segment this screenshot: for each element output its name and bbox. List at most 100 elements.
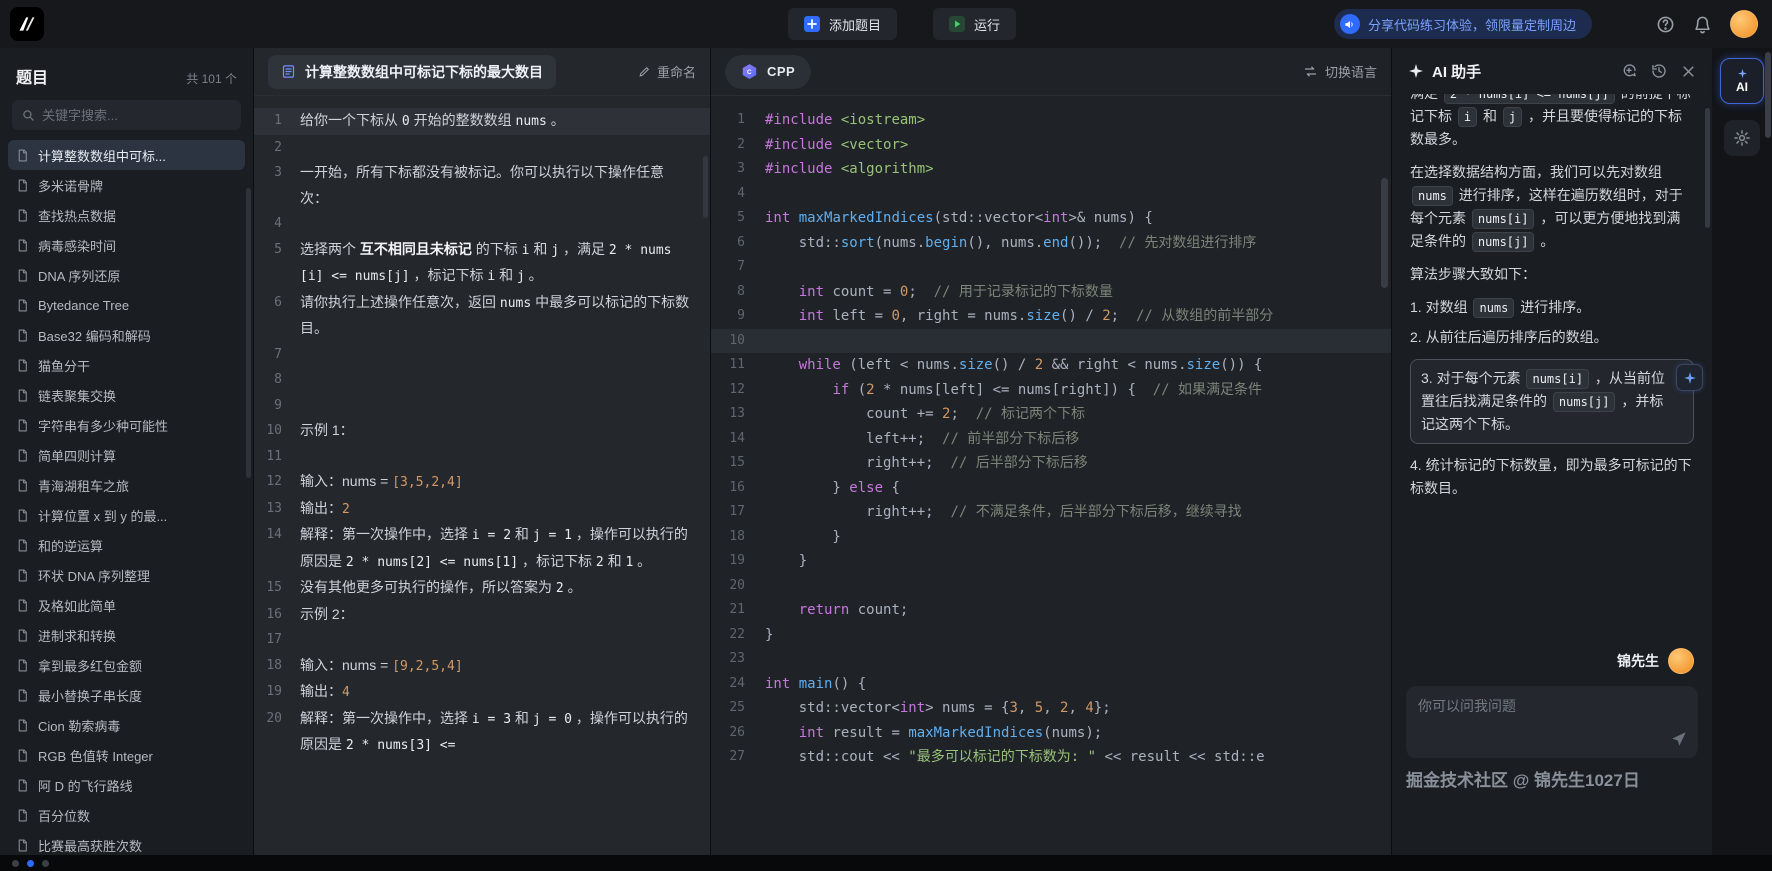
code-token: << result << std::e (1096, 749, 1265, 765)
text-segment: 没有其他更多可执行的操作，所以答案为 (300, 579, 556, 595)
text-segment: i = 2 (471, 528, 512, 543)
sidebar-item[interactable]: 病毒感染时间 (8, 230, 245, 260)
code-line-text: std::sort(nums.begin(), nums.end()); // … (765, 231, 1257, 256)
line-number: 22 (729, 626, 745, 642)
user-avatar[interactable] (1730, 10, 1758, 38)
line-number: 10 (266, 423, 282, 438)
sidebar-item[interactable]: 比赛最高获胜次数 (8, 830, 245, 855)
ai-conversation[interactable]: 满足 2 * nums[i] <= nums[j] 的前提下标记下标 i 和 j… (1392, 94, 1712, 638)
sidebar-item[interactable]: 计算位置 x 到 y 的最... (8, 500, 245, 530)
code-line: 18 } (711, 525, 1391, 550)
problem-line-text: 输入：nums = [3,5,2,4] (300, 469, 690, 496)
sidebar-item-label: Base32 编码和解码 (38, 328, 151, 344)
sidebar-item[interactable]: 和的逆运算 (8, 530, 245, 560)
search-box[interactable] (12, 100, 241, 130)
sidebar-item[interactable]: RGB 色值转 Integer (8, 740, 245, 770)
help-icon[interactable] (1656, 15, 1675, 34)
problem-line-text (300, 135, 690, 161)
sidebar-item[interactable]: 计算整数数组中可标... (8, 140, 245, 170)
line-number: 16 (729, 479, 745, 495)
sidebar-item[interactable]: 猫鱼分干 (8, 350, 245, 380)
text-segment: 示例 2： (300, 605, 354, 622)
right-rail: AI (1712, 48, 1772, 855)
text-segment: j = 1 (532, 528, 572, 543)
sidebar-item[interactable]: 环状 DNA 序列整理 (8, 560, 245, 590)
sidebar: 题目 共 101 个 计算整数数组中可标... 多米诺骨牌查找热点数据病毒感染时间… (0, 48, 254, 855)
code-token: ( (849, 381, 867, 398)
sidebar-item[interactable]: Bytedance Tree (8, 290, 245, 320)
add-problem-button[interactable]: 添加题目 (788, 8, 898, 40)
rail-ai-button[interactable]: AI (1720, 58, 1764, 104)
problem-scrollbar[interactable] (703, 156, 708, 218)
problem-line: 20 解释：第一次操作中，选择 i = 3 和 j = 0 ，操作可以执行的原因是… (254, 706, 710, 759)
sidebar-item[interactable]: 进制求和转换 (8, 620, 245, 650)
sidebar-item[interactable]: 百分位数 (8, 800, 245, 830)
code-editor[interactable]: 1 #include <iostream> 2 #include <vector> 3 #… (711, 96, 1391, 855)
bell-icon[interactable] (1693, 15, 1712, 34)
sidebar-item[interactable]: 及格如此简单 (8, 590, 245, 620)
new-chat-icon[interactable] (1621, 63, 1637, 79)
sidebar-item[interactable]: 查找热点数据 (8, 200, 245, 230)
sidebar-item[interactable]: 最小替换子串长度 (8, 680, 245, 710)
run-label: 运行 (974, 17, 1001, 33)
sidebar-item[interactable]: 简单四则计算 (8, 440, 245, 470)
editor-scrollbar[interactable] (1381, 178, 1388, 288)
document-icon (16, 359, 29, 372)
line-number: 19 (266, 684, 282, 699)
line-number: 3 (737, 161, 745, 176)
page-scrollbar[interactable] (1765, 52, 1771, 138)
send-icon[interactable] (1670, 730, 1688, 748)
code-line-text: right++; // 后半部分下标后移 (765, 451, 1088, 476)
document-icon (16, 719, 29, 732)
switch-language-button[interactable]: 切换语言 (1303, 62, 1377, 81)
search-input[interactable] (42, 107, 231, 123)
code-token: while (798, 357, 841, 373)
app-logo[interactable] (10, 7, 44, 41)
document-icon (16, 269, 29, 282)
sidebar-item[interactable]: 多米诺骨牌 (8, 170, 245, 200)
sidebar-item[interactable]: Cion 勒索病毒 (8, 710, 245, 740)
code-token: , (1068, 700, 1086, 716)
sidebar-item[interactable]: 阿 D 的飞行路线 (8, 770, 245, 800)
rename-button[interactable]: 重命名 (638, 62, 696, 81)
problem-line-text: 输出：4 (300, 679, 690, 706)
sidebar-scrollbar[interactable] (246, 188, 251, 478)
code-token: int (1043, 210, 1069, 226)
promo-banner[interactable]: 分享代码练习体验，领限量定制周边 (1333, 9, 1592, 39)
problem-content[interactable]: 1 给你一个下标从 0 开始的整数数组 nums 。 2 3 一开始，所有下标都没有被标… (254, 96, 710, 855)
code-token: 4 (1085, 700, 1094, 716)
rail-tool-button[interactable] (1724, 120, 1760, 156)
history-icon[interactable] (1651, 63, 1667, 79)
ai-question-input[interactable] (1418, 696, 1664, 748)
line-number: 10 (729, 332, 745, 348)
sidebar-item[interactable]: DNA 序列还原 (8, 260, 245, 290)
line-number: 4 (274, 216, 282, 231)
ai-step: 2. 从前往后遍历排序后的数组。 (1410, 326, 1694, 349)
sidebar-item[interactable]: 字符串有多少种可能性 (8, 410, 245, 440)
code-token: result = (824, 724, 909, 741)
ai-blocks: 满足 2 * nums[i] <= nums[j] 的前提下标记下标 i 和 j… (1410, 94, 1703, 500)
sidebar-item[interactable]: 链表聚集交换 (8, 380, 245, 410)
sidebar-item[interactable]: Base32 编码和解码 (8, 320, 245, 350)
language-pill[interactable]: C CPP (725, 54, 812, 89)
ai-input-box[interactable] (1406, 686, 1698, 758)
text-segment: 4 (342, 685, 350, 700)
text-segment: 2 * nums[i] <= nums[j] (1443, 94, 1615, 104)
code-line: 8 int count = 0; // 用于记录标记的下标数量 (711, 280, 1391, 305)
line-number: 1 (737, 112, 745, 127)
document-icon (16, 389, 29, 402)
ai-sparkle-button[interactable] (1676, 364, 1703, 391)
code-token: (left < nums. (840, 357, 959, 373)
sidebar-item[interactable]: 青海湖租车之旅 (8, 470, 245, 500)
close-icon[interactable] (1681, 64, 1696, 79)
code-token: () / (1060, 308, 1103, 324)
run-button[interactable]: 运行 (933, 8, 1017, 40)
text-segment: 和 (1479, 108, 1501, 124)
text-segment: 输出： (300, 499, 342, 516)
sidebar-item[interactable]: 拿到最多红包金额 (8, 650, 245, 680)
ai-steps-list: 1. 对数组 nums 进行排序。 2. 从前往后遍历排序后的数组。 3. 对于每个… (1410, 296, 1703, 500)
ai-scrollbar[interactable] (1705, 108, 1710, 228)
